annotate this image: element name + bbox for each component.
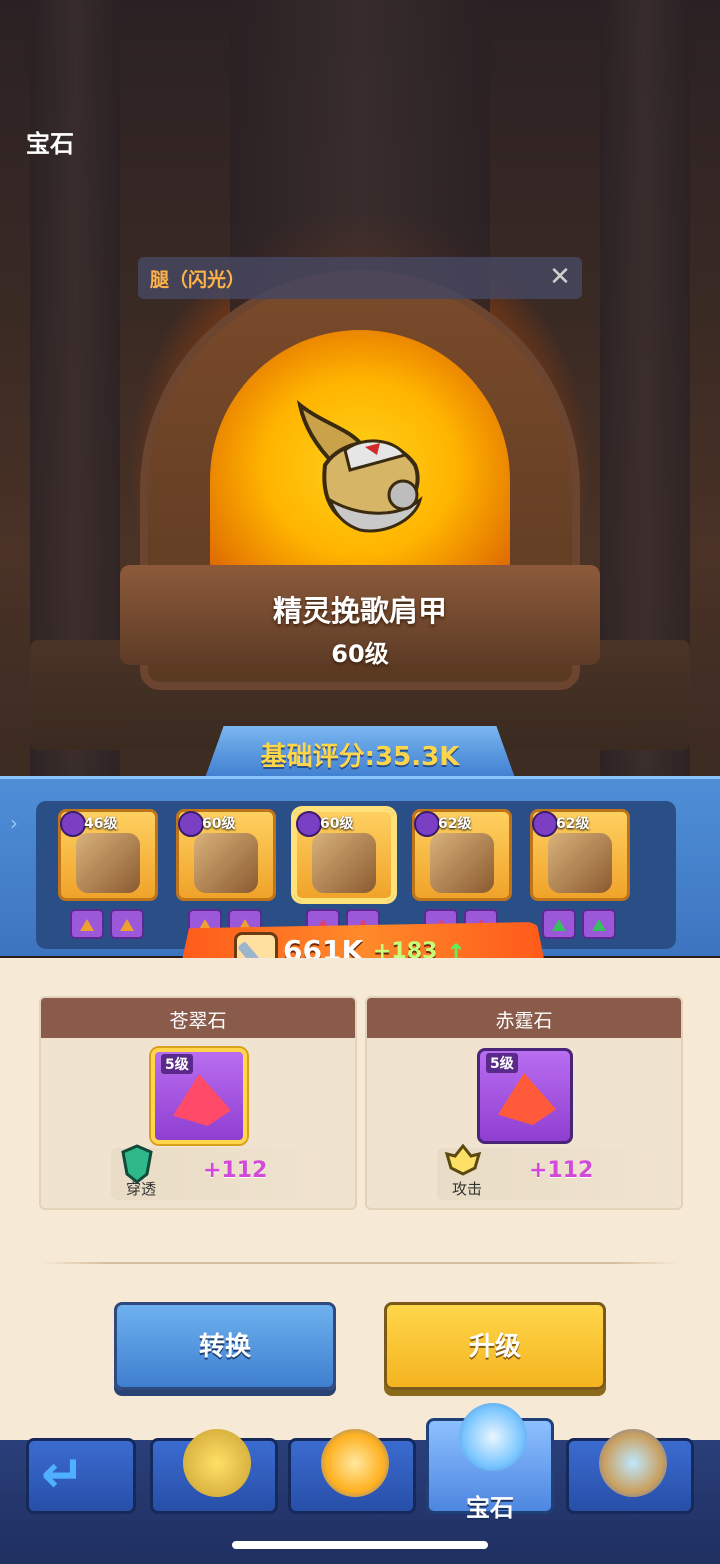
base-score-label: 基础评分:35.3K bbox=[260, 742, 460, 772]
tab-flame[interactable] bbox=[288, 1429, 416, 1514]
star-icon bbox=[183, 1429, 251, 1497]
ruby-gem-icon bbox=[173, 1074, 231, 1126]
tab-gem-label: 宝石 bbox=[466, 1494, 514, 1522]
equipment-card[interactable]: 62级 bbox=[412, 809, 512, 939]
equipment-level: 60级 bbox=[320, 816, 354, 832]
gem-level: 5级 bbox=[161, 1054, 193, 1074]
gem-card-left: 苍翠石 5级 穿透 +112 bbox=[39, 996, 357, 1210]
item-name: 精灵挽歌肩甲 bbox=[272, 594, 447, 628]
back-arrow-icon: ↵ bbox=[41, 1445, 85, 1505]
upgrade-button[interactable]: 升级 bbox=[384, 1302, 606, 1390]
equipment-level: 60级 bbox=[202, 816, 236, 832]
stat-row: 穿透 +112 bbox=[111, 1144, 331, 1200]
slot-label: 腿（闪光） bbox=[150, 269, 246, 291]
garnet-gem-icon bbox=[498, 1073, 556, 1125]
page-title: 宝石 bbox=[26, 130, 74, 158]
flame-icon bbox=[321, 1429, 389, 1497]
home-indicator bbox=[232, 1541, 488, 1549]
equipment-level: 62级 bbox=[438, 816, 472, 832]
equipment-level: 62级 bbox=[556, 816, 590, 832]
tab-star[interactable] bbox=[150, 1429, 278, 1514]
chevron-right-icon[interactable]: › bbox=[10, 811, 24, 851]
divider bbox=[40, 1262, 680, 1264]
stat-row: 攻击 +112 bbox=[437, 1144, 657, 1200]
crystal-icon bbox=[459, 1403, 527, 1471]
gem-card-right: 赤霆石 5级 攻击 +112 bbox=[365, 996, 683, 1210]
socket-gem-icon bbox=[542, 909, 576, 939]
equipment-card[interactable]: 46级 bbox=[58, 809, 158, 939]
convert-button[interactable]: 转换 bbox=[114, 1302, 336, 1390]
stat-name: 攻击 bbox=[451, 1180, 482, 1198]
hourglass-icon bbox=[599, 1429, 667, 1497]
equipment-level: 46级 bbox=[84, 816, 118, 832]
gem-tile[interactable]: 5级 bbox=[477, 1048, 573, 1144]
gem-level: 5级 bbox=[486, 1053, 518, 1073]
gem-card-header: 苍翠石 bbox=[41, 998, 355, 1038]
socket-gem-icon bbox=[70, 909, 104, 939]
equipment-icon bbox=[548, 833, 612, 893]
equipment-icon bbox=[194, 833, 258, 893]
gem-card-title: 赤霆石 bbox=[495, 1010, 553, 1032]
equipment-card[interactable]: 60级 bbox=[294, 809, 394, 939]
stat-name: 穿透 bbox=[125, 1180, 156, 1198]
base-score-tab: 基础评分:35.3K bbox=[205, 726, 515, 778]
gem-card-title: 苍翠石 bbox=[169, 1010, 227, 1032]
gem-tile[interactable]: 5级 bbox=[151, 1048, 247, 1144]
equipment-icon bbox=[312, 833, 376, 893]
equipment-icon bbox=[430, 833, 494, 893]
shoulder-armor-icon bbox=[296, 400, 423, 533]
equipment-icon bbox=[76, 833, 140, 893]
back-button[interactable]: ↵ bbox=[26, 1438, 136, 1514]
slot-bar: 腿（闪光） ✕ bbox=[138, 257, 582, 299]
stat-value: +112 bbox=[203, 1158, 268, 1183]
close-icon[interactable]: ✕ bbox=[546, 263, 574, 291]
equipment-card[interactable]: 60级 bbox=[176, 809, 276, 939]
socket-gem-icon bbox=[110, 909, 144, 939]
socket-gem-icon bbox=[582, 909, 616, 939]
tab-hourglass[interactable] bbox=[566, 1429, 694, 1514]
equipment-card[interactable]: 62级 bbox=[530, 809, 630, 939]
stat-value: +112 bbox=[529, 1158, 594, 1183]
item-level: 60级 bbox=[331, 640, 389, 668]
gem-card-header: 赤霆石 bbox=[367, 998, 681, 1038]
